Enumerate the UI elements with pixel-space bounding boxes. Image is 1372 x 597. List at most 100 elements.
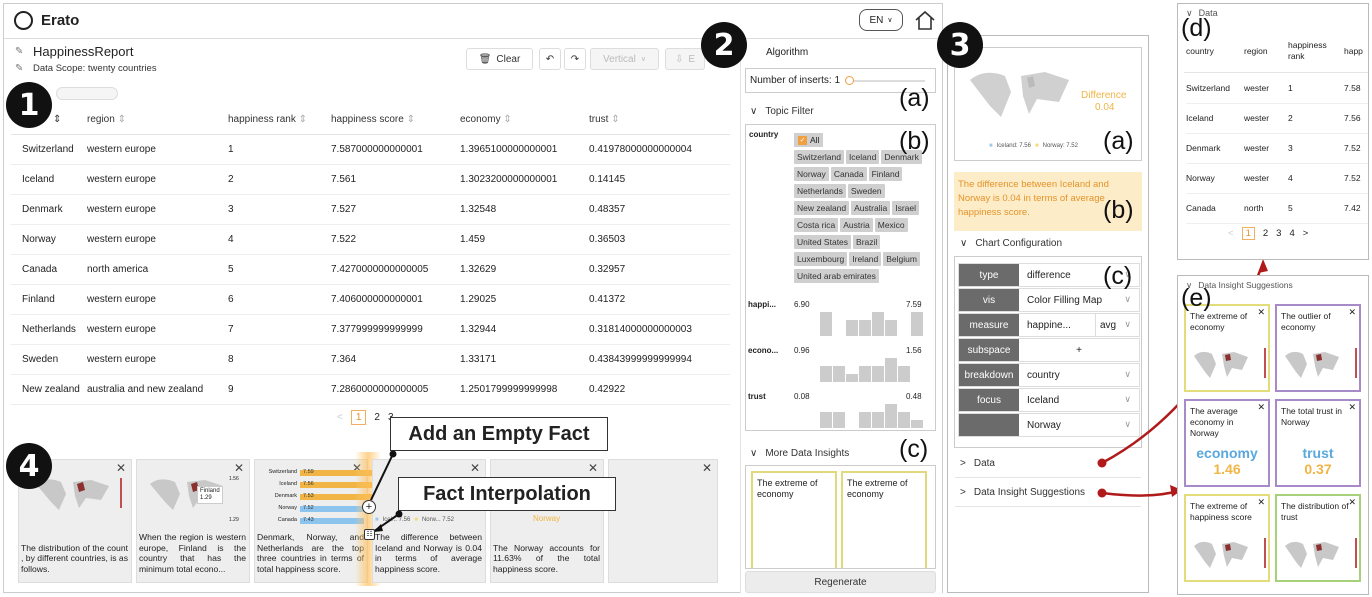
country-tag[interactable]: Brazil [853, 235, 881, 249]
tag-all[interactable]: ✓ All [794, 133, 824, 147]
page-4[interactable]: 4 [1289, 228, 1294, 239]
fact-card-3[interactable]: ✕ Switzerland7.59Iceland7.56Denmark7.53N… [254, 459, 388, 583]
col-rank[interactable]: happiness rank ⇕ [228, 106, 331, 135]
close-icon[interactable]: ✕ [234, 461, 244, 475]
page-3[interactable]: 3 [1276, 228, 1281, 239]
table-row[interactable]: Canada north america 5 7.4270000000000005 1.… [11, 254, 730, 285]
config-value[interactable]: Norway [1027, 414, 1061, 436]
vertical-select[interactable]: Vertical ∨ [590, 48, 659, 70]
config-value[interactable]: Iceland [1027, 389, 1059, 411]
bar-label: Iceland [279, 481, 297, 487]
next-page-icon[interactable]: > [1303, 228, 1309, 239]
country-tag[interactable]: Luxembourg [794, 252, 848, 266]
suggestion-card[interactable]: ✕ The extreme of happiness score [1184, 494, 1270, 582]
country-tag[interactable]: Israel [892, 201, 920, 215]
prev-page-icon[interactable]: < [337, 412, 343, 423]
table-row[interactable]: Sweden western europe 8 7.364 1.33171 0.43843… [11, 344, 730, 375]
country-tag[interactable]: Australia [851, 201, 891, 215]
close-icon[interactable]: ✕ [1348, 402, 1356, 413]
suggestion-card[interactable]: ✕ The extreme of economy [1184, 304, 1270, 392]
data-row[interactable]: Norway wester 4 7.52 [1186, 164, 1368, 194]
trash-icon: 🗑 [478, 53, 492, 65]
suggestions-section-header[interactable]: > Data Insight Suggestions [960, 487, 1085, 498]
table-row[interactable]: Switzerland western europe 1 7.587000000000… [11, 134, 730, 165]
undo-button[interactable]: ↶ [539, 48, 561, 70]
export-button[interactable]: ⇩ E [665, 48, 705, 70]
close-icon[interactable]: ✕ [1257, 307, 1265, 318]
country-tag[interactable]: United States [794, 235, 852, 249]
country-tag[interactable]: Switzerland [794, 150, 844, 164]
data-section-header[interactable]: > Data [960, 458, 995, 469]
close-icon[interactable]: ✕ [1257, 402, 1265, 413]
country-tag[interactable]: Sweden [847, 184, 885, 198]
fact-card-2[interactable]: ✕ Finland 1.29 1.56 1.29 When the region … [136, 459, 250, 583]
country-tag[interactable]: Canada [830, 167, 867, 181]
close-icon[interactable]: ✕ [470, 461, 480, 475]
country-tag[interactable]: Iceland [845, 150, 880, 164]
clear-button[interactable]: 🗑 Clear [466, 48, 533, 70]
data-row[interactable]: Iceland wester 2 7.56 [1186, 104, 1368, 134]
data-row[interactable]: Canada north 5 7.42 [1186, 194, 1368, 224]
data-scope[interactable]: Data Scope: twenty countries [33, 63, 157, 74]
more-insights-header[interactable]: ∨ More Data Insights [750, 448, 849, 459]
filter-select[interactable] [56, 87, 118, 100]
country-tag[interactable]: Norway [794, 167, 829, 181]
close-icon[interactable]: ✕ [1257, 497, 1265, 508]
table-row[interactable]: New zealand australia and new zealand 9 7.2… [11, 374, 730, 405]
table-row[interactable]: Finland western europe 6 7.406000000000001 1… [11, 284, 730, 315]
country-tag[interactable]: Costa rica [794, 218, 839, 232]
suggestion-card[interactable]: ✕ The average economy in Norway economy 1.4… [1184, 399, 1270, 487]
country-tag[interactable]: Netherlands [794, 184, 846, 198]
regenerate-button[interactable]: Regenerate [745, 571, 936, 593]
page-2[interactable]: 2 [374, 412, 380, 423]
interpolate-icon[interactable]: ☷ [364, 529, 375, 540]
col-region[interactable]: region ⇕ [87, 106, 228, 135]
table-row[interactable]: Iceland western europe 2 7.561 1.30232000000… [11, 164, 730, 195]
table-row[interactable]: Norway western europe 4 7.522 1.459 0.36503 [11, 224, 730, 255]
insight-card[interactable]: The extreme of economy [841, 471, 927, 568]
data-row[interactable]: Switzerland wester 1 7.58 [1186, 74, 1368, 104]
close-icon[interactable]: ✕ [1348, 307, 1356, 318]
checkbox-icon: ✓ [798, 135, 807, 145]
insight-card[interactable]: The extreme of economy [751, 471, 837, 568]
config-key: subspace [959, 339, 1019, 361]
config-header[interactable]: ∨ Chart Configuration [960, 238, 1062, 249]
country-tag[interactable]: New zealand [794, 201, 850, 215]
data-cell: Canada [1186, 203, 1216, 213]
prev-page-icon[interactable]: < [1228, 228, 1234, 239]
close-icon[interactable]: ✕ [588, 461, 598, 475]
suggestion-card[interactable]: ✕ The outlier of economy [1275, 304, 1361, 392]
col-economy[interactable]: economy ⇕ [460, 106, 589, 135]
add-fact-icon[interactable]: + [362, 500, 376, 514]
table-row[interactable]: Denmark western europe 3 7.527 1.32548 0.4835… [11, 194, 730, 225]
page-2[interactable]: 2 [1263, 228, 1268, 239]
config-value[interactable]: difference [1027, 264, 1071, 286]
close-icon[interactable]: ✕ [1348, 497, 1356, 508]
col-score[interactable]: happiness score ⇕ [331, 106, 460, 135]
home-icon[interactable] [914, 9, 936, 31]
page-1[interactable]: 1 [350, 410, 367, 425]
suggestion-card[interactable]: ✕ The distribution of trust [1275, 494, 1361, 582]
country-tag[interactable]: United arab emirates [794, 269, 879, 283]
country-tag[interactable]: Austria [840, 218, 873, 232]
data-row[interactable]: Denmark wester 3 7.52 [1186, 134, 1368, 164]
col-trust[interactable]: trust ⇕ [589, 106, 730, 135]
table-row[interactable]: Netherlands western europe 7 7.377999999999… [11, 314, 730, 345]
range-label: trust [748, 392, 766, 401]
country-tag[interactable]: Ireland [849, 252, 882, 266]
config-value[interactable]: happine... [1027, 314, 1071, 336]
topic-filter-header[interactable]: ∨ Topic Filter [750, 106, 814, 117]
suggestion-card[interactable]: ✕ The total trust in Norway trust 0.37 [1275, 399, 1361, 487]
scale-bar [1264, 538, 1266, 568]
redo-button[interactable]: ↷ [564, 48, 586, 70]
report-title[interactable]: HappinessReport [33, 44, 133, 59]
data-cell: 7.58 [1344, 83, 1361, 93]
language-select[interactable]: EN ∨ [859, 9, 903, 31]
country-tag[interactable]: Mexico [874, 218, 908, 232]
config-value[interactable]: country [1027, 364, 1060, 386]
close-icon[interactable]: ✕ [702, 461, 712, 475]
page-1[interactable]: 1 [1241, 227, 1255, 240]
country-tag[interactable]: Finland [868, 167, 903, 181]
fact-card-empty[interactable]: ✕ [608, 459, 718, 583]
country-tag[interactable]: Belgium [883, 252, 920, 266]
